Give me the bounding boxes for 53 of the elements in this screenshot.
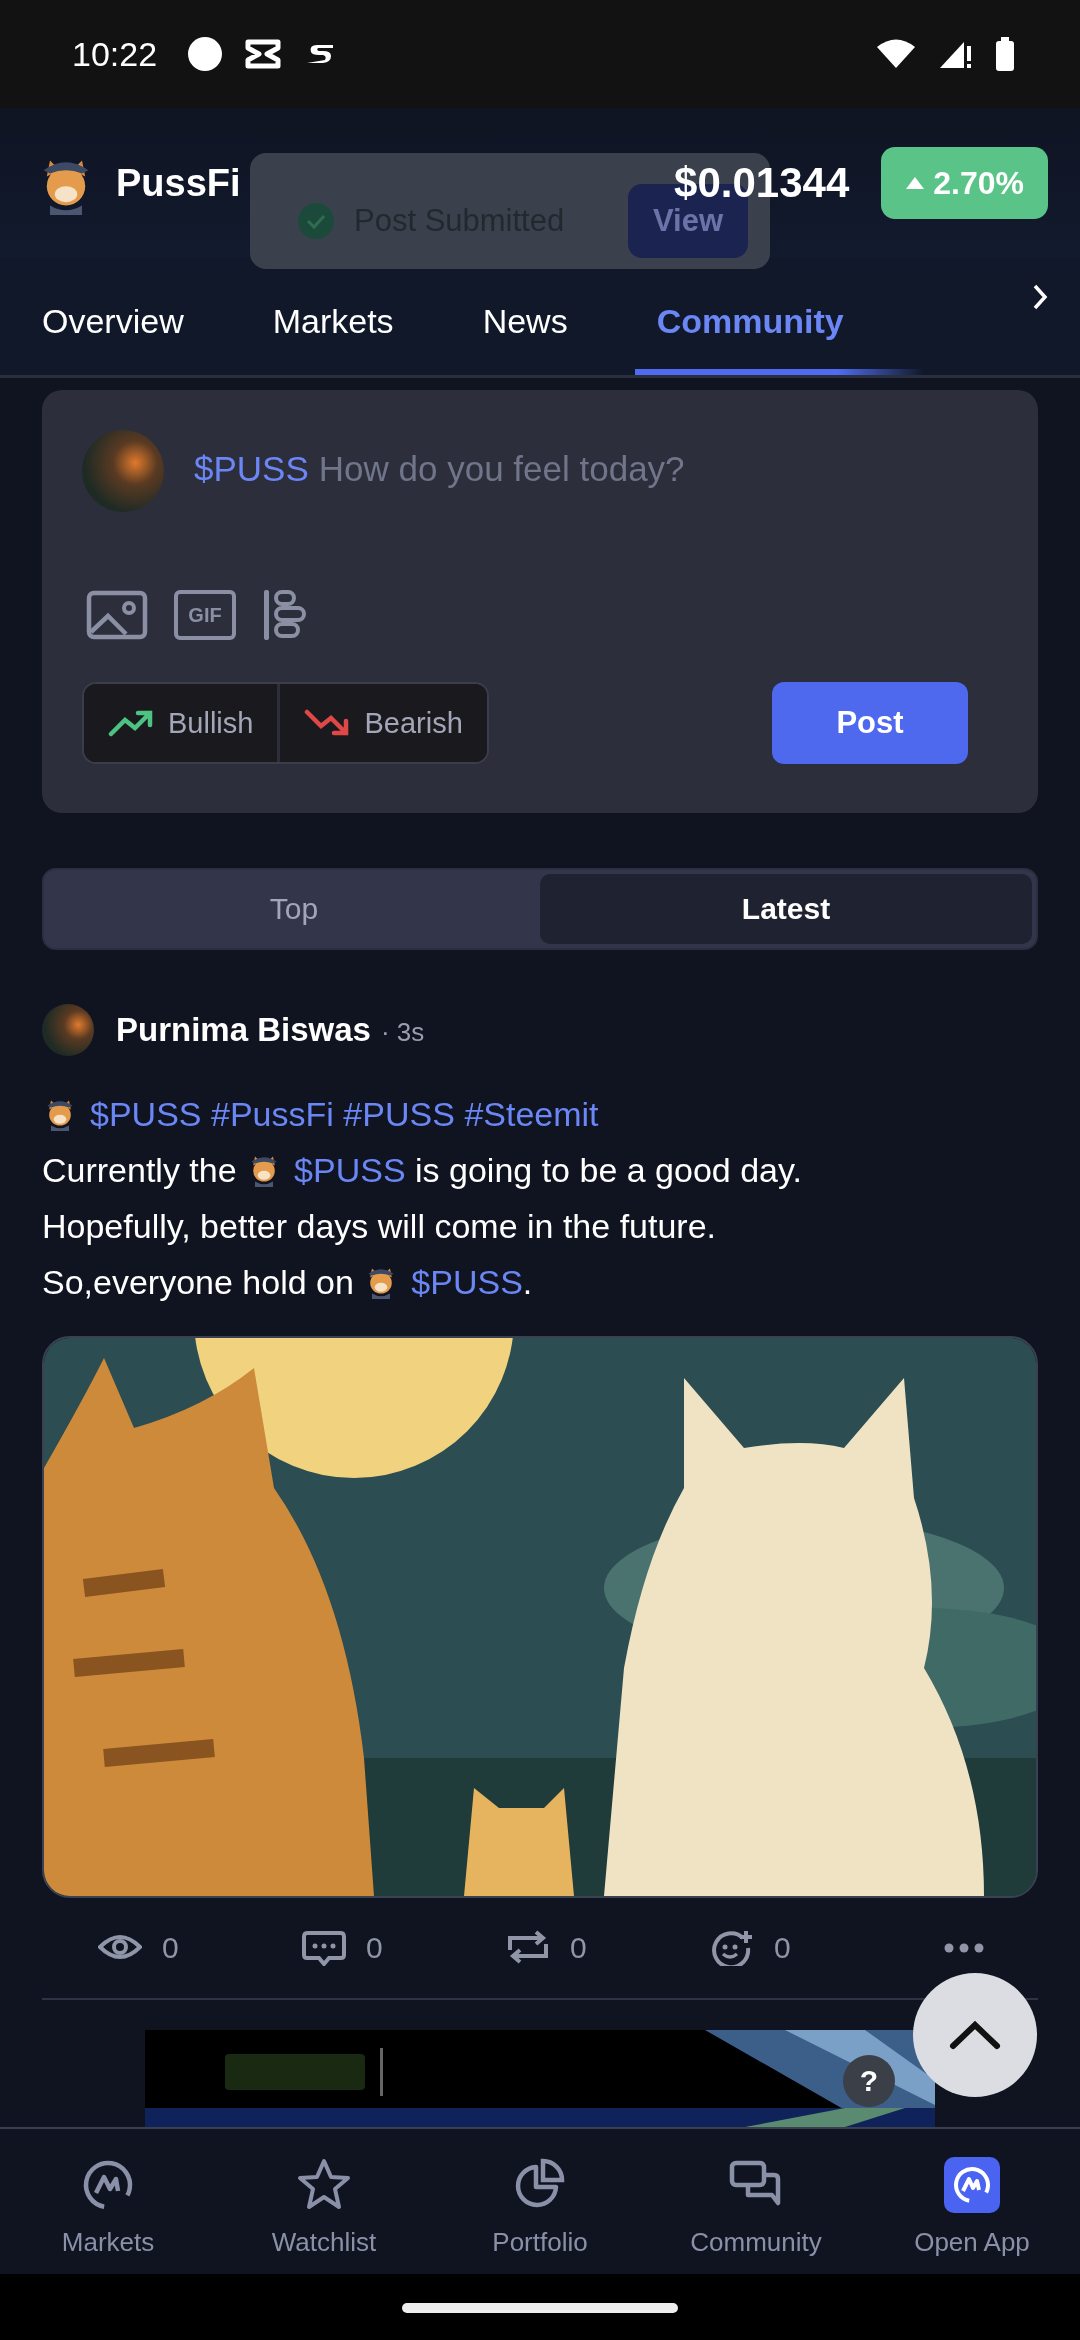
comment-icon[interactable] (302, 1930, 346, 1966)
feed-tab[interactable]: Top (48, 874, 540, 944)
smiley-icon[interactable] (710, 1930, 754, 1966)
hashtag-link[interactable]: $PUSS (294, 1151, 406, 1189)
repost-icon[interactable] (506, 1930, 550, 1966)
tab[interactable]: Community (634, 258, 924, 375)
nav-tab[interactable]: Open App (864, 2129, 1080, 2274)
coin-name: PussFi (116, 161, 241, 205)
nav-tab[interactable]: Markets (0, 2129, 216, 2274)
author-name[interactable]: Purnima Biswas (116, 1011, 371, 1049)
hashtag-link[interactable]: #PUSS (343, 1095, 455, 1133)
home-indicator[interactable] (402, 2302, 678, 2313)
image-icon[interactable] (86, 590, 148, 640)
repost-count: 0 (570, 1931, 587, 1965)
post-button[interactable]: Post (772, 682, 968, 764)
bearish-button[interactable]: Bearish (277, 684, 487, 762)
ticker-tag: $PUSS (194, 449, 309, 489)
hashtag-link[interactable]: $PUSS (90, 1095, 202, 1133)
tab[interactable]: Markets (250, 258, 416, 375)
placeholder: How do you feel today? (318, 449, 685, 489)
post-text: Currently the $PUSS is going to be a good day. (42, 1149, 803, 1191)
nav-tab[interactable]: Community (648, 2129, 864, 2274)
gif-button[interactable]: GIF (174, 590, 236, 640)
tab[interactable]: Overview (20, 258, 206, 375)
trend-up-icon (108, 709, 154, 737)
avatar (42, 1004, 94, 1056)
trend-down-icon (304, 709, 351, 737)
clock: 10:22 (72, 34, 158, 74)
reaction-count: 0 (774, 1931, 791, 1965)
comment-count: 0 (366, 1931, 383, 1965)
app-logo-icon (944, 2157, 1000, 2213)
post-text: Hopefully, better days will come in the future. (42, 1206, 718, 1247)
triangle-up-icon (905, 176, 926, 190)
more-icon[interactable] (944, 1943, 984, 1953)
tab[interactable]: News (460, 258, 590, 375)
hashtag-link[interactable]: #PussFi (211, 1095, 334, 1133)
poll-icon[interactable] (262, 588, 306, 642)
hashtag-link[interactable]: #Steemit (464, 1095, 599, 1133)
nav-tab[interactable]: Watchlist (216, 2129, 432, 2274)
app-icon (245, 39, 282, 69)
wifi-icon (876, 38, 916, 70)
check-icon (298, 203, 334, 239)
change-percent: 2.70% (933, 164, 1024, 202)
dot-icon (187, 36, 224, 72)
post-time: · 3s (380, 1016, 425, 1048)
hashtag-link[interactable]: $PUSS (411, 1263, 523, 1301)
chevron-up-icon (949, 2020, 1001, 2050)
view-count: 0 (162, 1931, 179, 1965)
post-input-field[interactable]: $PUSS How do you feel today? (194, 449, 685, 489)
feed-tab[interactable]: Latest (540, 874, 1032, 944)
nav-tab[interactable]: Portfolio (432, 2129, 648, 2274)
battery-icon (994, 36, 1016, 72)
post-text: So,everyone hold on $PUSS. (42, 1261, 534, 1303)
